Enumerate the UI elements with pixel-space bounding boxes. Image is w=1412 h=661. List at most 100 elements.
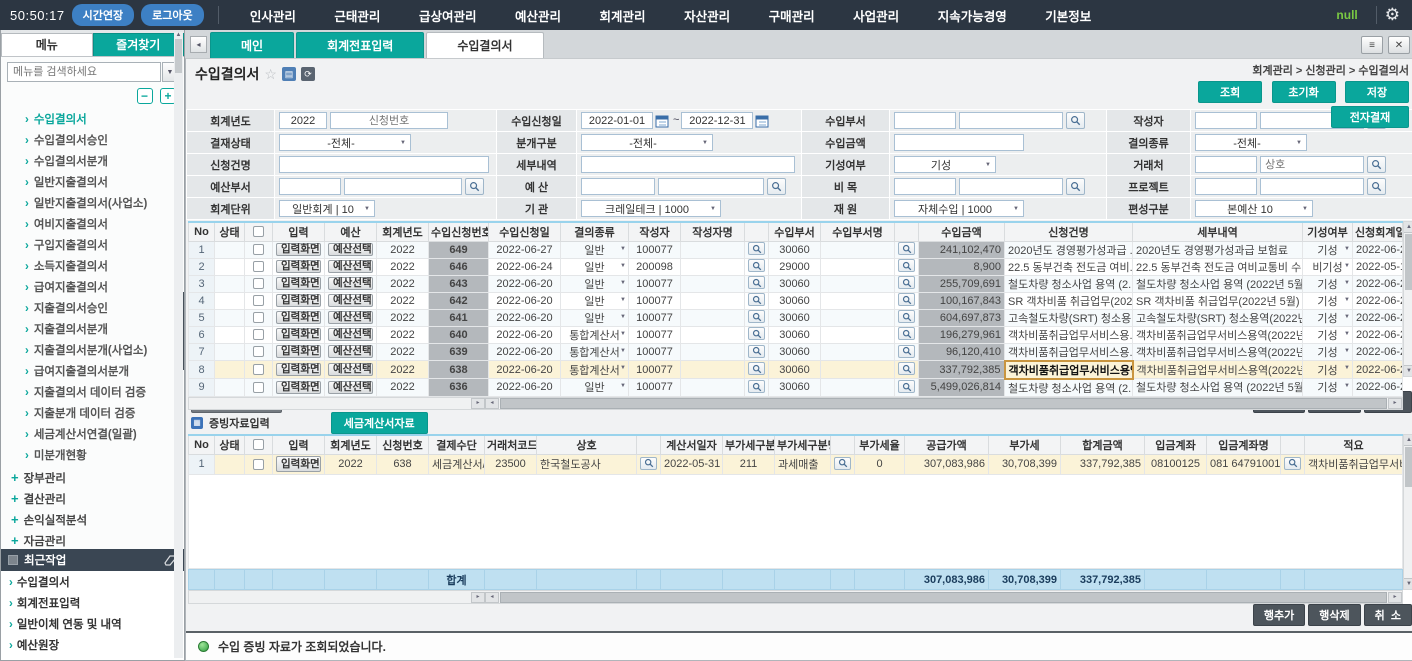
income-row[interactable]: 5 입력화면 예산선택 2022 641 2022-06-20 일반▼ <box>189 309 1403 326</box>
bimok-search-icon[interactable] <box>1066 178 1085 195</box>
sidebar-item[interactable]: 여비지출결의서 <box>1 215 184 236</box>
giseong-select[interactable]: 기성▼ <box>1303 309 1353 326</box>
recent-checkbox[interactable] <box>8 555 18 565</box>
input-screen-button[interactable]: 입력화면 <box>276 294 321 307</box>
tab-favorites[interactable]: 즐겨찾기 <box>93 33 185 56</box>
recent-item[interactable]: 수입결의서 <box>1 573 184 594</box>
budget-select-button[interactable]: 예산선택 <box>328 311 373 324</box>
budget-search-icon[interactable] <box>767 178 786 195</box>
row-checkbox[interactable] <box>253 244 264 255</box>
row-checkbox[interactable] <box>253 346 264 357</box>
budget-select-button[interactable]: 예산선택 <box>328 294 373 307</box>
favorite-star-icon[interactable]: ☆ <box>264 66 277 83</box>
title-cell[interactable]: 객차비품취급업무서비스용.. <box>1005 326 1133 343</box>
vendor-name-input[interactable] <box>1260 156 1364 173</box>
input-screen-button[interactable]: 입력화면 <box>276 260 321 273</box>
recent-item[interactable]: 회계전표입력 <box>1 594 184 615</box>
search-button[interactable]: 조회 <box>1198 81 1262 103</box>
income-row[interactable]: 1 입력화면 예산선택 2022 649 2022-06-27 일반▼ <box>189 241 1403 258</box>
document-tab[interactable]: 메인 <box>210 32 294 58</box>
type-select[interactable]: 통합계산서▼ <box>561 343 629 361</box>
vendor-search-icon[interactable] <box>640 457 657 470</box>
input-screen-button[interactable]: 입력화면 <box>276 345 321 358</box>
row-checkbox[interactable] <box>253 312 264 323</box>
grid1-vscrollbar[interactable]: ▲▼ <box>1403 221 1412 377</box>
grid2-vscrollbar[interactable]: ▲▼ <box>1403 434 1412 590</box>
giseong-select[interactable]: 기성▼ <box>1303 379 1353 397</box>
vscroll-thumb[interactable] <box>1405 447 1412 487</box>
writer-search-icon[interactable] <box>748 310 765 323</box>
row-checkbox[interactable] <box>253 459 264 470</box>
giseong-select[interactable]: 기성▼ <box>1303 343 1353 361</box>
vscroll-down-icon[interactable]: ▼ <box>1404 365 1412 376</box>
type-select[interactable]: 일반▼ <box>561 258 629 275</box>
budget-dept-code-input[interactable] <box>279 178 341 195</box>
sidebar-item[interactable]: 지출결의서 데이터 검증 <box>1 383 184 404</box>
pyeonseong-select[interactable]: 본예산 10▼ <box>1195 200 1313 217</box>
hscroll-right-icon[interactable]: ▸ <box>471 398 485 409</box>
hscroll-end-icon[interactable]: ▸ <box>1388 592 1402 603</box>
vendor-search-icon[interactable] <box>1367 156 1386 173</box>
sidebar-item[interactable]: 지출결의서분개(사업소) <box>1 341 184 362</box>
type-select[interactable]: 통합계산서▼ <box>561 361 629 379</box>
budget-select-button[interactable]: 예산선택 <box>328 381 373 394</box>
bimok-code-input[interactable] <box>894 178 956 195</box>
tab-close-icon[interactable]: ✕ <box>1388 36 1410 54</box>
writer-search-icon[interactable] <box>748 242 765 255</box>
sidebar-item[interactable]: 지출분개 데이터 검증 <box>1 404 184 425</box>
sidebar-item[interactable]: 장부관리 <box>1 467 184 488</box>
row-checkbox[interactable] <box>253 278 264 289</box>
budget-select-button[interactable]: 예산선택 <box>328 363 373 376</box>
dept-search-icon[interactable] <box>898 345 915 358</box>
income-row[interactable]: 4 입력화면 예산선택 2022 642 2022-06-20 일반▼ <box>189 292 1403 309</box>
input-screen-button[interactable]: 입력화면 <box>276 243 321 256</box>
budget-code-input[interactable] <box>581 178 655 195</box>
request-no-input[interactable] <box>330 112 448 129</box>
recent-scrollbar[interactable]: ▲ <box>174 32 183 658</box>
dept-search-icon[interactable] <box>898 242 915 255</box>
type-select[interactable]: 통합계산서▼ <box>561 326 629 343</box>
input-screen-button[interactable]: 입력화면 <box>276 328 321 341</box>
row-checkbox[interactable] <box>253 261 264 272</box>
sidebar-item[interactable]: 수입결의서 <box>1 110 184 131</box>
budget-name-input[interactable] <box>658 178 764 195</box>
writer-search-icon[interactable] <box>748 259 765 272</box>
vscroll-up-icon[interactable]: ▲ <box>1404 222 1412 233</box>
sidebar-item[interactable]: 급여지출결의서분개 <box>1 362 184 383</box>
top-menu-item[interactable]: 인사관리 <box>250 6 296 25</box>
document-tab[interactable]: 수입결의서 <box>426 32 543 58</box>
sidebar-item[interactable]: 지출결의서분개 <box>1 320 184 341</box>
title-cell[interactable]: 2020년도 경영평가성과급 .. <box>1005 241 1133 258</box>
sidebar-item[interactable]: 일반지출결의서(사업소) <box>1 194 184 215</box>
top-menu-item[interactable]: 자산관리 <box>684 6 730 25</box>
select-all-checkbox[interactable] <box>253 226 264 237</box>
top-menu-item[interactable]: 사업관리 <box>853 6 899 25</box>
type-select[interactable]: 일반▼ <box>561 275 629 292</box>
input-screen-button[interactable]: 입력화면 <box>276 311 321 324</box>
refresh-icon[interactable]: ⟳ <box>301 67 315 81</box>
sidebar-item[interactable]: 수입결의서승인 <box>1 131 184 152</box>
top-menu-item[interactable]: 급상여관리 <box>419 6 477 25</box>
type-select[interactable]: 일반▼ <box>561 379 629 397</box>
bungae-select[interactable]: -전체-▼ <box>581 134 713 151</box>
dept-search-icon[interactable] <box>898 380 915 393</box>
hscroll-end-icon[interactable]: ▸ <box>1388 398 1402 409</box>
budget-select-button[interactable]: 예산선택 <box>328 260 373 273</box>
title-cell[interactable]: 객차비품취급업무서비스용.. <box>1005 343 1133 361</box>
top-menu-item[interactable]: 예산관리 <box>515 6 561 25</box>
org-select[interactable]: 크레일테크 | 1000▼ <box>581 200 721 217</box>
row-checkbox[interactable] <box>253 364 264 375</box>
sidebar-item[interactable]: 구입지출결의서 <box>1 236 184 257</box>
row-checkbox[interactable] <box>253 329 264 340</box>
document-tab[interactable]: 회계전표입력 <box>296 32 424 58</box>
input-screen-button[interactable]: 입력화면 <box>276 363 321 376</box>
income-row[interactable]: 2 입력화면 예산선택 2022 646 2022-06-24 일반▼ <box>189 258 1403 275</box>
sidebar-item[interactable]: 수입결의서분개 <box>1 152 184 173</box>
sidebar-item[interactable]: 미분개현황 <box>1 446 184 467</box>
account-search-icon[interactable] <box>1284 457 1301 470</box>
delete-row-button-2[interactable]: 행삭제 <box>1308 604 1360 626</box>
income-row[interactable]: 6 입력화면 예산선택 2022 640 2022-06-20 통합계산서▼ <box>189 326 1403 343</box>
req-title-input[interactable] <box>279 156 489 173</box>
sidebar-item[interactable]: 소득지출결의서 <box>1 257 184 278</box>
top-menu-item[interactable]: 지속가능경영 <box>938 6 1007 25</box>
